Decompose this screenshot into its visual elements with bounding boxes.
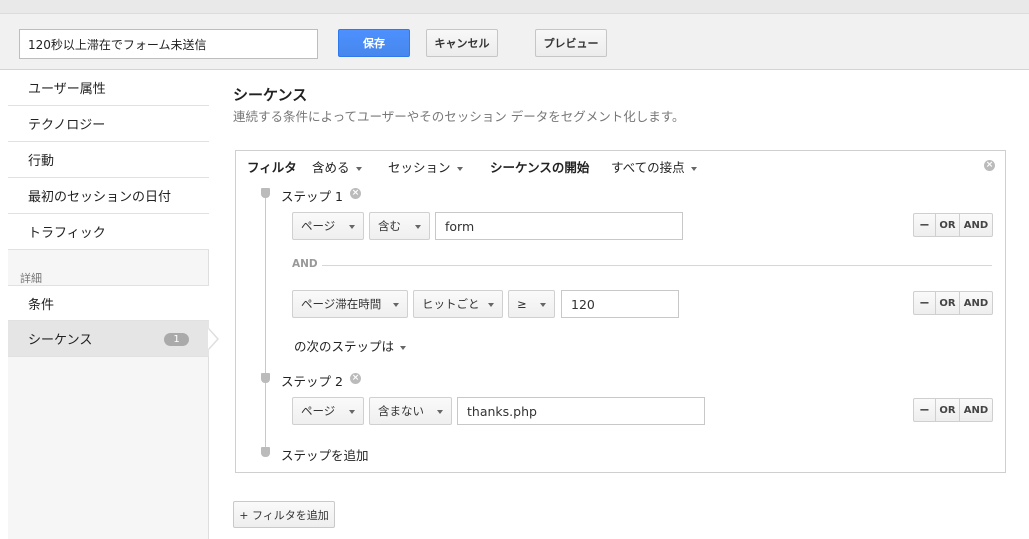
segment-name-input[interactable] [19,29,318,59]
step-1-cond-2-scope[interactable]: ヒットごと [413,290,503,318]
save-button[interactable]: 保存 [338,29,410,57]
sidebar-item-sequences[interactable]: シーケンス 1 [8,321,209,357]
operator-label: 含む [378,219,401,233]
dimension-label: ページ [301,219,336,233]
sidebar-item-conditions[interactable]: 条件 [8,285,209,321]
sidebar-item-first-session-date[interactable]: 最初のセッションの日付 [8,178,209,214]
preview-button[interactable]: プレビュー [535,29,607,57]
or-button[interactable]: OR [936,399,960,421]
dimension-label: ページ滞在時間 [301,297,382,311]
sequence-start-value: すべての接点 [611,160,685,175]
step-marker-icon [261,373,270,383]
sidebar-section-advanced: 詳細 [20,272,42,285]
step-1-label: ステップ 1 [281,189,343,204]
step-2-label: ステップ 2 [281,374,343,389]
sidebar-item-label: ユーザー属性 [28,82,106,97]
chevron-down-icon [488,303,494,307]
filter-label: フィルタ [247,160,297,175]
sidebar-item-technology[interactable]: テクノロジー [8,106,209,142]
remove-condition-button[interactable]: − [914,292,936,314]
sidebar-item-traffic[interactable]: トラフィック [8,214,209,250]
page-description: 連続する条件によってユーザーやそのセッション データをセグメント化します。 [233,109,685,124]
chevron-down-icon [690,166,697,171]
chevron-down-icon [540,303,546,307]
page-title: シーケンス [233,86,308,104]
chevron-down-icon [456,166,463,171]
include-value: 含める [312,160,350,175]
chevron-down-icon [355,166,362,171]
top-strip [0,0,1029,14]
chevron-down-icon [349,225,355,229]
operator-label: ≥ [517,297,527,311]
remove-step-icon[interactable]: × [350,373,361,384]
scope-label: ヒットごと [422,297,480,311]
scope-dropdown[interactable]: セッション [388,157,463,176]
step-2-cond-1-dimension[interactable]: ページ [292,397,364,425]
step-1-cond-1-operator[interactable]: 含む [369,212,430,240]
include-dropdown[interactable]: 含める [312,157,362,176]
and-separator-label: AND [292,258,318,270]
add-filter-button[interactable]: + フィルタを追加 [233,501,335,528]
sidebar-item-behavior[interactable]: 行動 [8,142,209,178]
next-step-label: の次のステップは [294,339,395,354]
chevron-down-icon [437,410,443,414]
or-button[interactable]: OR [936,292,960,314]
step-2-cond-1-operator[interactable]: 含まない [369,397,452,425]
step-1-cond-1-row-buttons: − OR AND [913,213,993,237]
chevron-down-icon [400,345,407,350]
sidebar-item-label: 行動 [28,154,55,169]
step-marker-icon [261,188,270,198]
remove-step-icon[interactable]: × [350,188,361,199]
sidebar-item-demographics[interactable]: ユーザー属性 [8,70,209,106]
remove-condition-button[interactable]: − [914,214,936,236]
segment-header: 保存 キャンセル プレビュー [0,14,1029,70]
step-1-cond-1-dimension[interactable]: ページ [292,212,364,240]
step-1-cond-2-dimension[interactable]: ページ滞在時間 [292,290,408,318]
count-badge: 1 [164,333,189,346]
dimension-label: ページ [301,404,336,418]
and-separator-line [322,265,992,266]
step-1-cond-1-value-input[interactable]: form [435,212,683,240]
chevron-down-icon [349,410,355,414]
remove-condition-button[interactable]: − [914,399,936,421]
sidebar-item-label: 条件 [28,297,55,313]
sequence-start-label: シーケンスの開始 [490,160,590,175]
and-button[interactable]: AND [960,214,992,236]
sidebar-item-label: テクノロジー [28,118,106,133]
step-marker-icon [261,447,270,457]
operator-label: 含まない [378,404,424,418]
remove-filter-icon[interactable]: × [984,160,995,171]
sequence-start-dropdown[interactable]: すべての接点 [611,157,697,176]
step-1-cond-2-operator[interactable]: ≥ [508,290,555,318]
sidebar-item-label: トラフィック [28,226,106,241]
segment-sidebar: ユーザー属性 テクノロジー 行動 最初のセッションの日付 トラフィック 詳細 条… [8,70,219,539]
step-2-cond-1-value-input[interactable]: thanks.php [457,397,705,425]
step-1-cond-2-row-buttons: − OR AND [913,291,993,315]
step-connector-line [265,196,266,450]
scope-value: セッション [388,160,451,175]
and-button[interactable]: AND [960,292,992,314]
step-2-cond-1-row-buttons: − OR AND [913,398,993,422]
add-step-link[interactable]: ステップを追加 [281,445,369,464]
next-step-dropdown[interactable]: の次のステップは [294,336,407,355]
chevron-down-icon [415,225,421,229]
step-1-cond-2-value-input[interactable]: 120 [561,290,679,318]
cancel-button[interactable]: キャンセル [426,29,498,57]
active-pointer-fill [208,329,217,349]
chevron-down-icon [393,303,399,307]
sidebar-item-label: 最初のセッションの日付 [28,190,172,205]
or-button[interactable]: OR [936,214,960,236]
and-button[interactable]: AND [960,399,992,421]
sidebar-item-label: シーケンス [28,333,93,348]
